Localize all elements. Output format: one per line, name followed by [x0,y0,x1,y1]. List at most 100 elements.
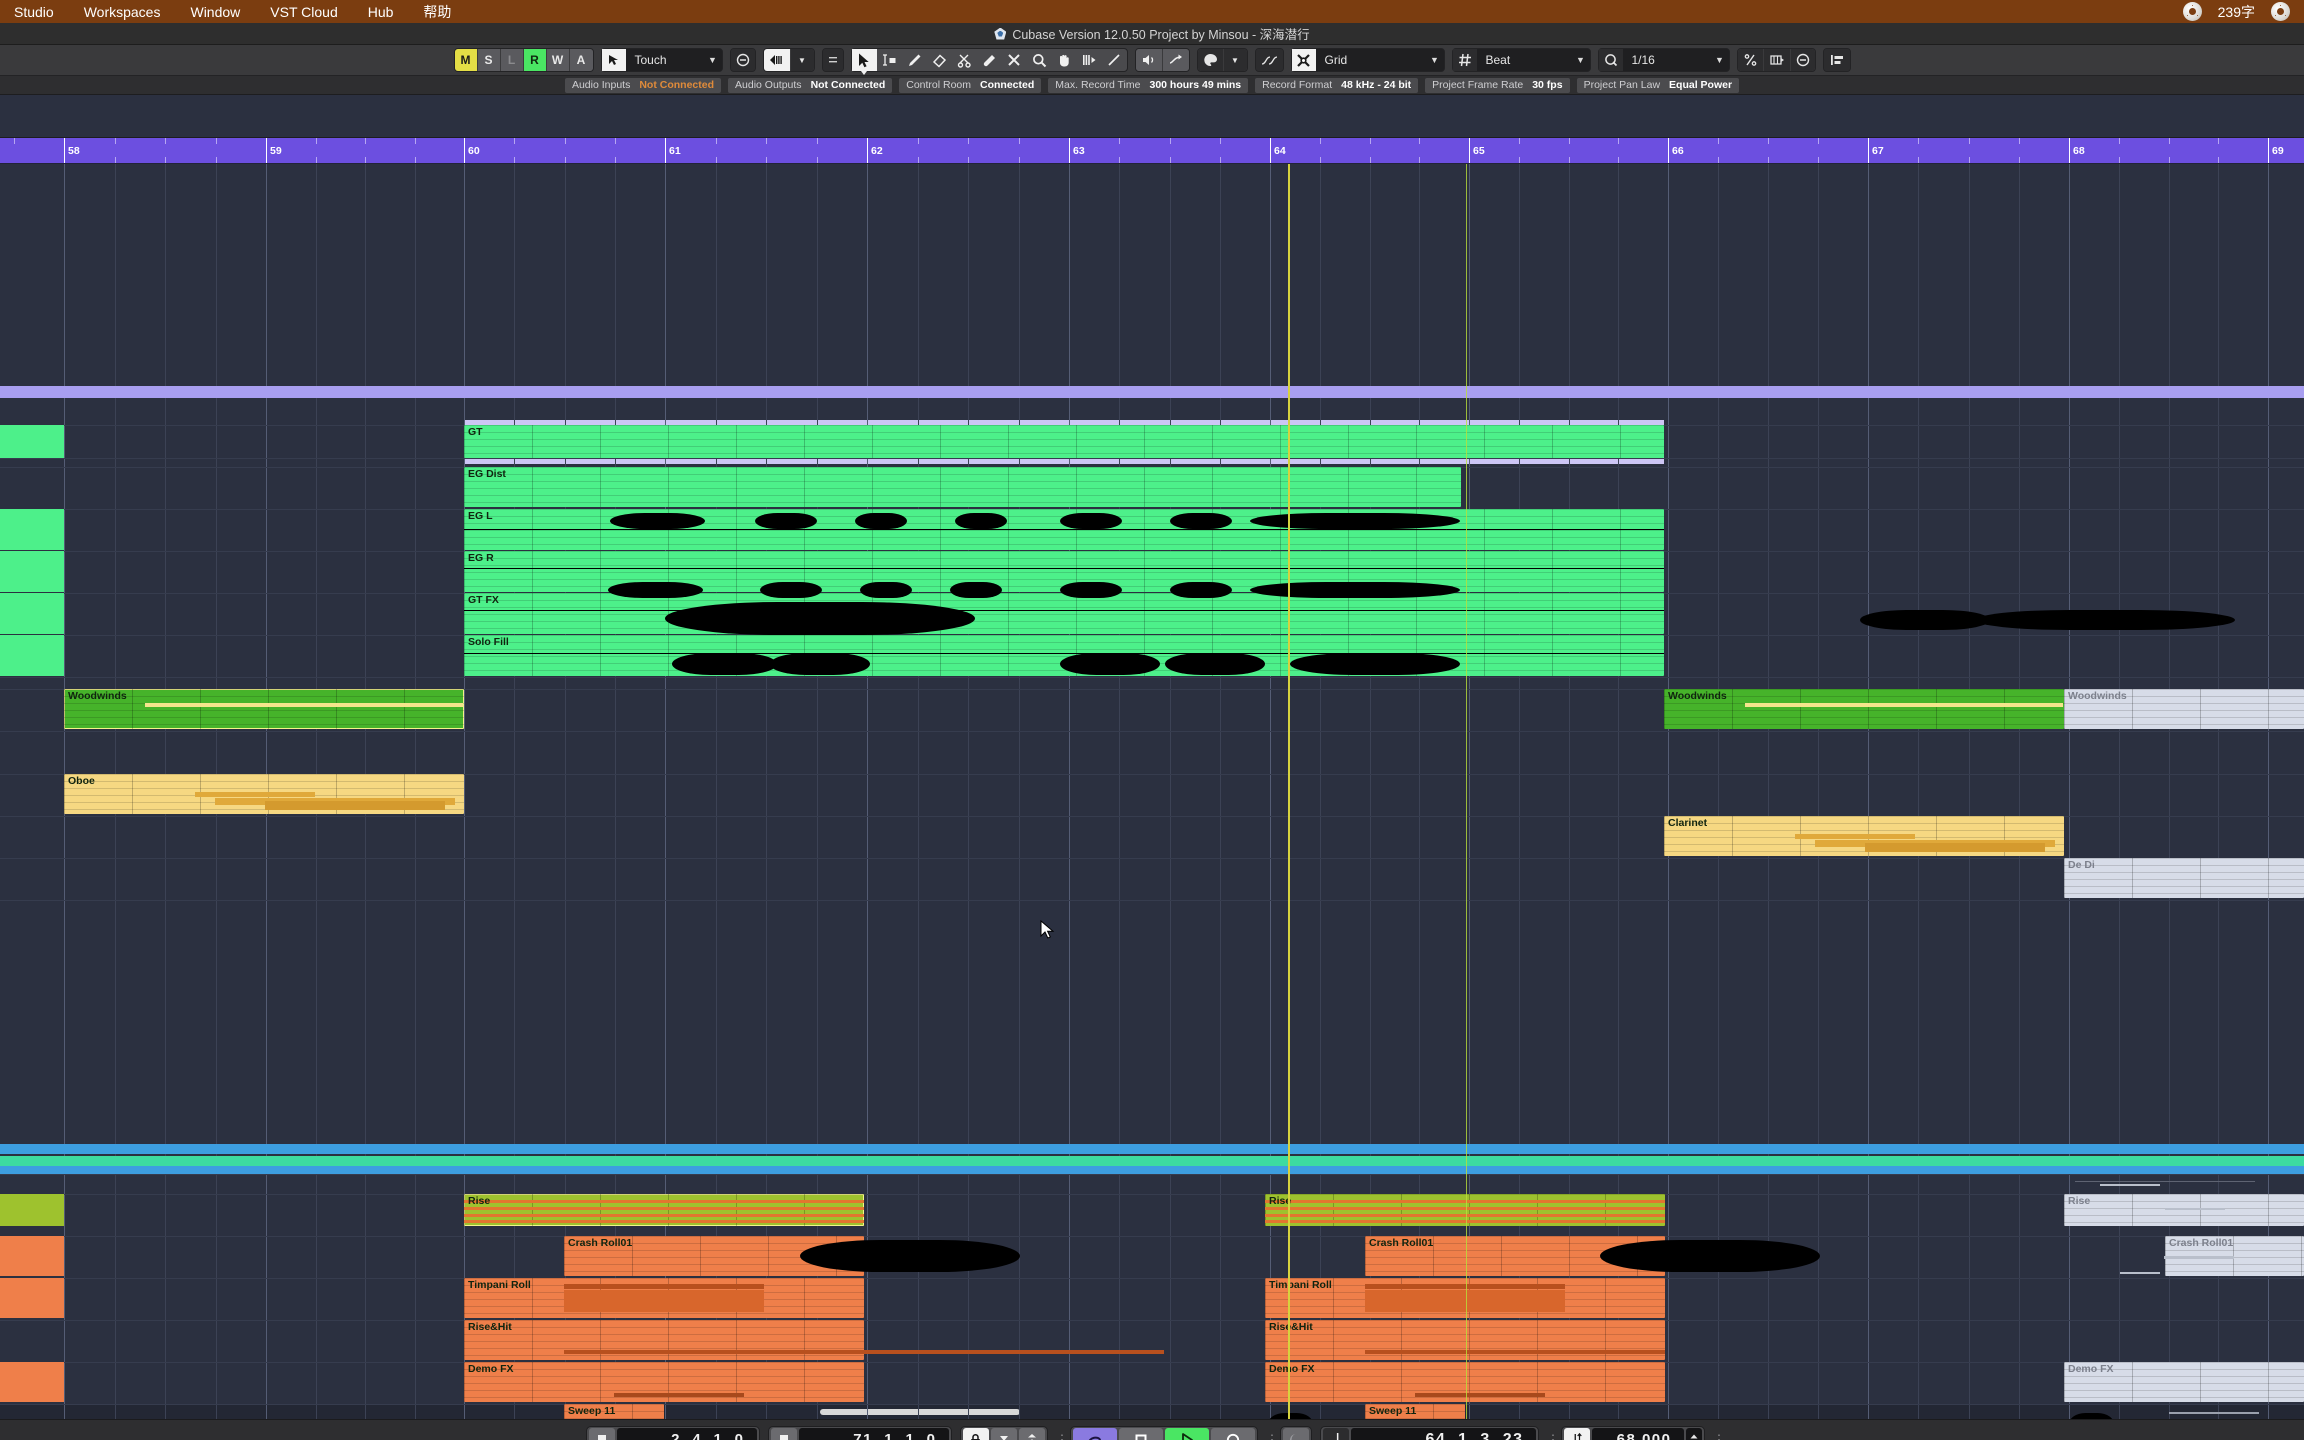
tempo-field[interactable]: 68.000 [1591,1427,1684,1440]
mute-tool-icon[interactable] [1002,49,1027,71]
toolbox-handle-icon[interactable] [822,49,843,71]
clip-offscreen-stub[interactable] [0,1236,64,1276]
clip-offscreen-stub[interactable] [0,1278,64,1318]
horizontal-scrollbar-track[interactable] [0,1405,2304,1419]
write-automation-button[interactable]: W [546,49,570,71]
clip[interactable]: Rise [2064,1194,2304,1226]
menu-item-hub[interactable]: Hub [368,4,394,20]
status-audio-inputs[interactable]: Audio Inputs Not Connected [564,77,722,93]
status-control-room[interactable]: Control Room Connected [899,77,1042,93]
play-button[interactable] [1164,1427,1209,1440]
crossfade-icon[interactable] [1255,49,1283,71]
automation-mode-dropdown[interactable]: Touch ▼ [600,48,723,72]
clip[interactable]: Rise&Hit [464,1320,864,1360]
toolbar-setup-icon[interactable] [1823,49,1850,71]
auto-scroll-icon[interactable] [1162,49,1189,71]
menu-item-workspaces[interactable]: Workspaces [84,4,161,20]
status-project-pan-law[interactable]: Project Pan Law Equal Power [1576,77,1740,93]
system-menu-icon[interactable] [2271,2,2290,21]
quantize-settings-icon[interactable] [1790,49,1815,71]
clip[interactable]: Rise&Hit [1265,1320,1665,1360]
zoom-tool-icon[interactable] [1027,49,1052,71]
grid-type-dropdown[interactable]: Beat ▼ [1451,48,1591,72]
record-button[interactable] [1210,1427,1255,1440]
menu-item-vst-cloud[interactable]: VST Cloud [270,4,337,20]
horizontal-scrollbar-thumb[interactable] [820,1409,1020,1415]
grid-chevron-down-icon[interactable]: ▼ [1572,55,1590,65]
punch-out-icon[interactable] [1018,1427,1045,1440]
cycle-button[interactable] [1072,1427,1117,1440]
menu-item-studio[interactable]: Studio [14,4,54,20]
quantize-chevron-down-icon[interactable]: ▼ [1711,55,1729,65]
clip[interactable]: Woodwinds [1664,689,2064,729]
clip[interactable]: EG Dist [464,467,1461,507]
metronome-precount-icon[interactable] [1282,1427,1309,1440]
split-scissors-tool-icon[interactable] [952,49,977,71]
snap-chevron-down-icon[interactable]: ▼ [1426,55,1444,65]
mouse-cursor [1040,919,1056,945]
quantize-panel-icon[interactable] [1763,49,1791,71]
right-locator-icon[interactable] [770,1427,797,1440]
listen-button[interactable]: L [500,49,524,71]
status-record-format[interactable]: Record Format 48 kHz - 24 bit [1255,77,1419,93]
clip-offscreen-stub[interactable] [0,551,64,592]
tempo-track-icon[interactable] [1563,1427,1590,1440]
tempo-stepper[interactable] [1685,1427,1702,1440]
solo-button[interactable]: S [477,49,501,71]
clip[interactable]: Sweep 11 [1365,1404,1465,1419]
status-project-frame-rate[interactable]: Project Frame Rate 30 fps [1425,77,1570,93]
primary-time-format-icon[interactable] [1322,1427,1349,1440]
chevron-down-icon[interactable]: ▼ [704,55,722,65]
lock-icon[interactable] [962,1427,989,1440]
clip-offscreen-stub[interactable] [0,1362,64,1402]
menu-item-help[interactable]: 帮助 [423,2,451,22]
system-status-icon[interactable] [2182,2,2202,21]
constrain-delay-icon[interactable] [730,49,755,71]
status-audio-outputs[interactable]: Audio Outputs Not Connected [728,77,893,93]
clip-offscreen-stub[interactable] [0,635,64,676]
punch-in-icon[interactable] [990,1427,1017,1440]
clip[interactable]: De Di [2064,858,2304,898]
position-field[interactable]: 64. 1. 3. 23 [1350,1427,1536,1440]
range-selection-tool-icon[interactable] [877,49,902,71]
draw-tool-icon[interactable] [902,49,927,71]
timeline-ruler[interactable]: 58 59 60 61 62 63 64 65 66 67 68 69 [0,138,2304,164]
arrange-canvas[interactable]: GT EG Dist EG L EG R GT FX Solo Fill Woodwinds… [0,164,2304,1419]
clip-offscreen-stub[interactable] [0,593,64,634]
show-inspector-icon[interactable] [763,49,791,71]
auto-latch-button[interactable]: A [569,49,593,71]
clip[interactable]: Demo FX [2064,1362,2304,1402]
clip[interactable]: Sweep 11 [564,1404,664,1419]
scrub-tool-icon[interactable] [1077,49,1102,71]
left-locator-field[interactable]: 2. 4. 1. 0 [616,1427,757,1440]
erase-tool-icon[interactable] [927,49,952,71]
pan-hand-tool-icon[interactable] [1052,49,1077,71]
object-selection-tool-icon[interactable] [851,49,877,75]
punch-dropdown-icon[interactable]: ▼ [790,49,814,71]
stop-button[interactable] [1118,1427,1163,1440]
clip[interactable]: Woodwinds [2064,689,2304,729]
right-locator-field[interactable]: 71. 1. 1. 0 [798,1427,949,1440]
left-locator-icon[interactable] [588,1427,615,1440]
monitor-group [1134,48,1190,72]
line-tool-icon[interactable] [1102,49,1127,71]
quantize-apply-icon[interactable] [1737,49,1764,71]
color-palette-icon[interactable] [1197,49,1224,71]
clip[interactable]: Woodwinds [64,689,464,729]
clip[interactable]: GT FX [464,593,1664,634]
clip-offscreen-stub[interactable] [0,1194,64,1226]
mute-button[interactable]: M [454,49,478,71]
clip[interactable]: GT [464,425,1664,458]
quantize-dropdown[interactable]: 1/16 ▼ [1597,48,1730,72]
speaker-icon[interactable] [1135,49,1163,71]
color-dropdown-icon[interactable]: ▼ [1223,49,1247,71]
playhead[interactable] [1288,164,1290,1419]
glue-tool-icon[interactable] [977,49,1002,71]
clip[interactable]: Solo Fill [464,635,1664,676]
snap-mode-dropdown[interactable]: Grid ▼ [1290,48,1445,72]
clip-offscreen-stub[interactable] [0,509,64,550]
clip-offscreen-stub[interactable] [0,425,64,458]
read-automation-button[interactable]: R [523,49,547,71]
menu-item-window[interactable]: Window [190,4,240,20]
status-max-record-time[interactable]: Max. Record Time 300 hours 49 mins [1048,77,1249,93]
